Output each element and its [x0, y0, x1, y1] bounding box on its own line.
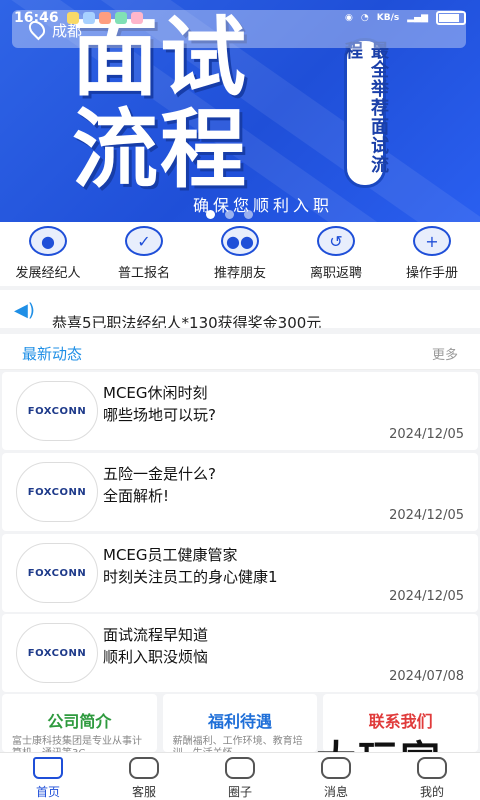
news-item-subtitle: 哪些场地可以玩?: [103, 406, 216, 424]
news-item[interactable]: FOXCONN MCEG休闲时刻 哪些场地可以玩? 2024/12/05: [2, 372, 478, 450]
news-section-title: 最新动态: [22, 345, 83, 363]
shortcut-label: 离职返聘: [309, 266, 362, 281]
tab-label: 客服: [131, 785, 156, 799]
tab-label: 圈子: [227, 785, 252, 799]
friends-icon: ●●: [221, 226, 259, 256]
card-title: 公司简介: [47, 712, 112, 731]
news-more-link[interactable]: 更多: [432, 344, 458, 363]
tab-service[interactable]: 客服: [96, 753, 192, 800]
shortcut-refer[interactable]: ●● 推荐朋友: [192, 222, 288, 286]
banner-title-line2: 流程: [72, 100, 248, 200]
card-subtitle: 富士康科技集团是专业从事计算机、通讯等3C: [12, 736, 142, 752]
shortcut-rehire[interactable]: ↺ 离职返聘: [288, 222, 384, 286]
manual-icon: +: [413, 226, 451, 256]
news-header: 最新动态 更多: [0, 334, 480, 370]
tab-home[interactable]: 首页: [0, 753, 96, 800]
news-item-title: 五险一金是什么?: [103, 465, 216, 483]
profile-icon: [417, 757, 447, 779]
card-subtitle: 薪酬福利、工作环境、教育培训、生活关怀: [172, 736, 303, 752]
news-item-subtitle: 时刻关注员工的身心健康1: [103, 568, 278, 586]
circle-icon: [225, 757, 255, 779]
message-icon: [321, 757, 351, 779]
news-item-date: 2024/12/05: [389, 589, 464, 604]
location-bar[interactable]: 成都: [12, 10, 466, 48]
bottom-tab-bar: 首页 客服 圈子 消息 我的: [0, 752, 480, 800]
rehire-icon: ↺: [317, 226, 355, 256]
news-item-date: 2024/07/08: [389, 669, 464, 684]
news-item-title: MCEG员工健康管家: [103, 546, 238, 564]
home-icon: [33, 757, 63, 779]
banner-dot[interactable]: [206, 210, 215, 219]
card-title: 福利待遇: [208, 712, 273, 731]
tab-label: 消息: [323, 785, 348, 799]
tab-message[interactable]: 消息: [288, 753, 384, 800]
news-item-title: 面试流程早知道: [103, 626, 209, 644]
shortcut-register[interactable]: ✓ 普工报名: [96, 222, 192, 286]
location-pin-icon: [25, 17, 49, 41]
shortcut-agent[interactable]: ● 发展经纪人: [0, 222, 96, 286]
shortcut-manual[interactable]: + 操作手册: [384, 222, 480, 286]
foxconn-logo: FOXCONN: [16, 462, 98, 522]
banner-dot[interactable]: [225, 210, 234, 219]
news-item-subtitle: 全面解析!: [103, 487, 170, 505]
benefits-card[interactable]: 福利待遇 薪酬福利、工作环境、教育培训、生活关怀: [162, 694, 318, 752]
foxconn-logo: FOXCONN: [16, 623, 98, 683]
shortcut-label: 推荐朋友: [213, 266, 266, 281]
news-item[interactable]: FOXCONN 五险一金是什么? 全面解析! 2024/12/05: [2, 453, 478, 531]
register-icon: ✓: [125, 226, 163, 256]
shortcut-label: 发展经纪人: [15, 266, 81, 281]
news-item-title: MCEG休闲时刻: [103, 384, 208, 402]
service-icon: [129, 757, 159, 779]
tab-profile[interactable]: 我的: [384, 753, 480, 800]
tab-label: 我的: [419, 785, 444, 799]
tab-label: 首页: [35, 785, 60, 799]
foxconn-logo: FOXCONN: [16, 381, 98, 441]
notice-text: 恭喜5已职法经纪人*130获得奖金300元: [52, 314, 322, 328]
news-item[interactable]: FOXCONN 面试流程早知道 顺利入职没烦恼 2024/07/08: [2, 614, 478, 692]
news-item-date: 2024/12/05: [389, 427, 464, 442]
speaker-icon: ◀): [14, 300, 35, 321]
banner-side-pill: 最全举荐面试流程: [342, 38, 389, 188]
news-item-subtitle: 顺利入职没烦恼: [103, 648, 209, 666]
banner-side-text: 最全举荐面试流程: [342, 41, 389, 174]
notice-marquee[interactable]: ◀) 恭喜5已职法经纪人*130获得奖金300元: [0, 290, 480, 328]
banner-pagination: [206, 210, 253, 219]
shortcut-label: 操作手册: [405, 266, 458, 281]
tab-circle[interactable]: 圈子: [192, 753, 288, 800]
shortcut-label: 普工报名: [117, 266, 170, 281]
location-city: 成都: [52, 22, 83, 40]
agent-icon: ●: [29, 226, 67, 256]
banner-dot[interactable]: [244, 210, 253, 219]
foxconn-logo: FOXCONN: [16, 543, 98, 603]
company-intro-card[interactable]: 公司简介 富士康科技集团是专业从事计算机、通讯等3C: [2, 694, 157, 752]
shortcut-grid: ● 发展经纪人 ✓ 普工报名 ●● 推荐朋友 ↺ 离职返聘 + 操作手册: [0, 222, 480, 286]
news-item[interactable]: FOXCONN MCEG员工健康管家 时刻关注员工的身心健康1 2024/12/…: [2, 534, 478, 612]
news-item-date: 2024/12/05: [389, 508, 464, 523]
